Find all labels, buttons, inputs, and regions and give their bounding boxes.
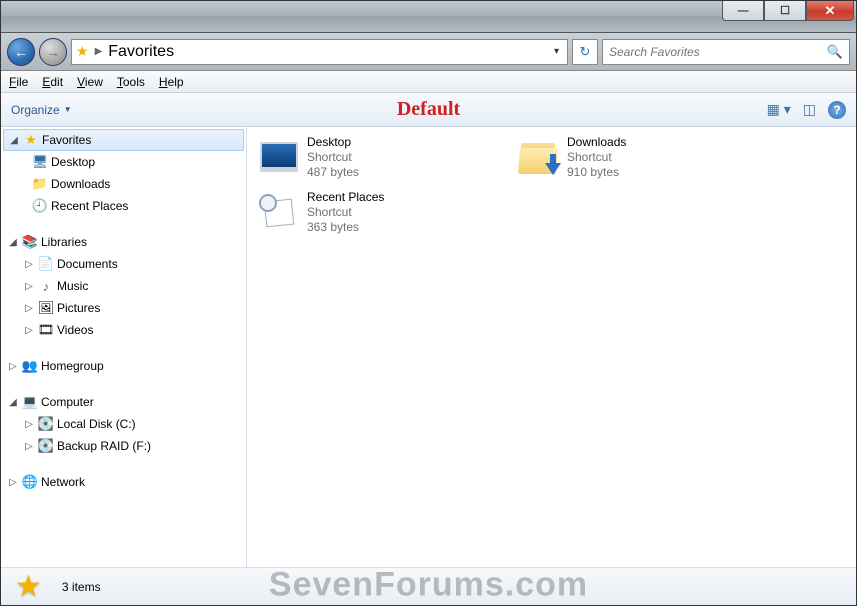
expand-icon[interactable]: ▷ xyxy=(7,477,19,488)
item-type: Shortcut xyxy=(307,205,384,220)
document-icon: 📄 xyxy=(37,256,55,272)
menu-help[interactable]: Help xyxy=(159,75,184,89)
item-size: 487 bytes xyxy=(307,165,359,180)
expand-icon[interactable]: ▷ xyxy=(23,303,35,314)
nav-drive-c[interactable]: ▷💽Local Disk (C:) xyxy=(1,413,246,435)
item-type: Shortcut xyxy=(307,150,359,165)
help-button[interactable]: ? xyxy=(828,101,846,119)
item-size: 910 bytes xyxy=(567,165,626,180)
nav-network[interactable]: ▷🌐Network xyxy=(1,471,246,493)
nav-fav-desktop[interactable]: 🖥Desktop xyxy=(1,151,246,173)
menu-edit[interactable]: Edit xyxy=(42,75,63,89)
back-button[interactable]: ← xyxy=(7,38,35,66)
downloads-folder-icon xyxy=(517,135,561,179)
command-bar: Organize ▼ Default ▦ ▾ ◫ ? xyxy=(1,93,856,127)
nav-label: Favorites xyxy=(42,133,91,147)
nav-bar: ← → ★ ▶ Favorites ▾ ↻ 🔍 xyxy=(1,33,856,71)
nav-favorites[interactable]: ◢ ★ Favorites xyxy=(3,129,244,151)
desktop-icon xyxy=(257,135,301,179)
nav-lib-documents[interactable]: ▷📄Documents xyxy=(1,253,246,275)
maximize-button[interactable]: ☐ xyxy=(764,1,806,21)
details-pane: ★ 3 items SevenForums.com xyxy=(1,567,856,605)
breadcrumb-sep-icon[interactable]: ▶ xyxy=(95,46,103,57)
homegroup-icon: 👥 xyxy=(21,358,39,374)
breadcrumb-location[interactable]: Favorites xyxy=(108,43,174,61)
nav-fav-recent[interactable]: 🕘Recent Places xyxy=(1,195,246,217)
videos-icon: 🎞 xyxy=(37,322,55,338)
menu-tools[interactable]: Tools xyxy=(117,75,145,89)
menu-bar: File Edit View Tools Help xyxy=(1,71,856,93)
star-icon: ★ xyxy=(22,132,40,148)
collapse-icon[interactable]: ◢ xyxy=(7,397,19,408)
computer-icon: 💻 xyxy=(21,394,39,410)
pictures-icon: 🖼 xyxy=(37,300,55,316)
recent-icon: 🕘 xyxy=(31,198,49,214)
organize-button[interactable]: Organize ▼ xyxy=(11,103,72,117)
expand-icon[interactable]: ▷ xyxy=(23,441,35,452)
item-name: Recent Places xyxy=(307,190,384,205)
refresh-button[interactable]: ↻ xyxy=(572,39,598,65)
star-icon: ★ xyxy=(76,43,89,60)
collapse-icon[interactable]: ◢ xyxy=(7,237,19,248)
item-size: 363 bytes xyxy=(307,220,384,235)
menu-file[interactable]: File xyxy=(9,75,28,89)
nav-lib-music[interactable]: ▷♪Music xyxy=(1,275,246,297)
nav-fav-downloads[interactable]: 📁Downloads xyxy=(1,173,246,195)
item-name: Downloads xyxy=(567,135,626,150)
recent-places-icon xyxy=(257,190,301,234)
item-type: Shortcut xyxy=(567,150,626,165)
desktop-icon: 🖥 xyxy=(31,154,49,170)
libraries-icon: 📚 xyxy=(21,234,39,250)
expand-icon[interactable]: ▷ xyxy=(23,325,35,336)
item-count: 3 items xyxy=(62,580,101,594)
network-icon: 🌐 xyxy=(21,474,39,490)
nav-homegroup[interactable]: ▷👥Homegroup xyxy=(1,355,246,377)
title-bar[interactable]: — ☐ ✕ xyxy=(1,1,856,33)
folder-icon: 📁 xyxy=(31,176,49,192)
disk-icon: 💽 xyxy=(37,416,55,432)
chevron-down-icon: ▼ xyxy=(64,105,72,114)
search-icon[interactable]: 🔍 xyxy=(827,44,843,60)
nav-drive-f[interactable]: ▷💽Backup RAID (F:) xyxy=(1,435,246,457)
nav-lib-videos[interactable]: ▷🎞Videos xyxy=(1,319,246,341)
file-item-desktop[interactable]: Desktop Shortcut 487 bytes xyxy=(257,135,487,180)
nav-lib-pictures[interactable]: ▷🖼Pictures xyxy=(1,297,246,319)
organize-label: Organize xyxy=(11,103,60,117)
star-icon: ★ xyxy=(15,569,42,604)
address-bar[interactable]: ★ ▶ Favorites ▾ xyxy=(71,39,568,65)
preview-pane-button[interactable]: ◫ xyxy=(803,101,816,118)
disk-icon: 💽 xyxy=(37,438,55,454)
minimize-button[interactable]: — xyxy=(722,1,764,21)
menu-view[interactable]: View xyxy=(77,75,103,89)
nav-libraries[interactable]: ◢ 📚 Libraries xyxy=(1,231,246,253)
nav-computer[interactable]: ◢💻Computer xyxy=(1,391,246,413)
expand-icon[interactable]: ▷ xyxy=(23,419,35,430)
close-button[interactable]: ✕ xyxy=(806,1,854,21)
view-options-button[interactable]: ▦ ▾ xyxy=(767,101,791,118)
explorer-window: — ☐ ✕ ← → ★ ▶ Favorites ▾ ↻ 🔍 File Edit … xyxy=(0,0,857,606)
search-box[interactable]: 🔍 xyxy=(602,39,850,65)
file-item-recent[interactable]: Recent Places Shortcut 363 bytes xyxy=(257,190,487,235)
collapse-icon[interactable]: ◢ xyxy=(8,135,20,146)
expand-icon[interactable]: ▷ xyxy=(23,281,35,292)
file-item-downloads[interactable]: Downloads Shortcut 910 bytes xyxy=(517,135,747,180)
file-pane[interactable]: Desktop Shortcut 487 bytes Downloads Sho… xyxy=(247,127,856,567)
expand-icon[interactable]: ▷ xyxy=(23,259,35,270)
address-history-dropdown[interactable]: ▾ xyxy=(550,46,563,57)
expand-icon[interactable]: ▷ xyxy=(7,361,19,372)
overlay-label: Default xyxy=(397,98,460,121)
watermark-text: SevenForums.com xyxy=(269,565,588,604)
navigation-pane: ◢ ★ Favorites 🖥Desktop 📁Downloads 🕘Recen… xyxy=(1,127,247,567)
item-name: Desktop xyxy=(307,135,359,150)
search-input[interactable] xyxy=(609,45,827,59)
music-icon: ♪ xyxy=(37,279,55,294)
forward-button: → xyxy=(39,38,67,66)
